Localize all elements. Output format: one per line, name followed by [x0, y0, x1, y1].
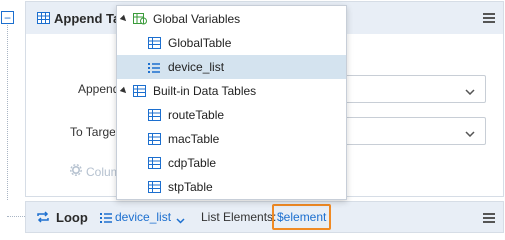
chevron-down-icon — [465, 126, 475, 140]
collapse-toggle-icon[interactable]: − — [1, 11, 14, 24]
loop-menu-icon[interactable] — [483, 213, 495, 223]
columns-label: Columns — [86, 164, 120, 179]
loop-title: Loop — [56, 210, 88, 225]
item-label: routeTable — [168, 108, 225, 122]
dropdown-item-stptable[interactable]: stpTable — [117, 175, 346, 199]
gear-icon — [70, 164, 82, 179]
element-variable-token[interactable]: $element — [272, 204, 332, 230]
expand-caret-icon[interactable] — [119, 14, 129, 24]
expand-caret-icon[interactable] — [119, 86, 129, 96]
table-icon — [148, 133, 161, 148]
tree-connector — [7, 216, 25, 217]
table-icon — [148, 109, 161, 124]
variable-dropdown: Global Variables GlobalTable device_list… — [116, 5, 347, 200]
dropdown-item-globaltable[interactable]: GlobalTable — [117, 31, 346, 55]
loop-variable-selector[interactable]: device_list — [115, 210, 171, 224]
chevron-down-icon[interactable] — [176, 213, 185, 227]
table-icon — [148, 157, 161, 172]
dropdown-item-mactable[interactable]: macTable — [117, 127, 346, 151]
loop-icon — [36, 211, 50, 226]
list-icon — [100, 212, 112, 226]
group-label: Built-in Data Tables — [153, 84, 257, 98]
loop-bar[interactable]: Loop device_list List Elements: $element — [25, 201, 504, 233]
item-label: cdpTable — [168, 156, 217, 170]
columns-button[interactable]: Columns — [70, 164, 120, 179]
list-elements-label: List Elements: — [201, 210, 277, 224]
dropdown-item-routetable[interactable]: routeTable — [117, 103, 346, 127]
card-menu-icon[interactable] — [483, 13, 495, 23]
group-global-variables[interactable]: Global Variables — [117, 7, 346, 31]
item-label: device_list — [168, 60, 225, 74]
group-built-in-data-tables[interactable]: Built-in Data Tables — [117, 79, 346, 103]
list-icon — [148, 62, 160, 76]
target-label: To Target — [70, 125, 115, 139]
item-label: stpTable — [168, 180, 213, 194]
dropdown-item-cdptable[interactable]: cdpTable — [117, 151, 346, 175]
table-icon — [148, 37, 161, 52]
table-icon — [148, 181, 161, 196]
dropdown-item-device-list[interactable]: device_list — [117, 55, 346, 79]
app-canvas: − Append Table Append To Target Colum Lo… — [0, 0, 505, 235]
table-icon — [133, 85, 146, 100]
tree-connector — [7, 25, 8, 200]
item-label: macTable — [168, 132, 220, 146]
group-label: Global Variables — [153, 12, 241, 26]
table-icon — [37, 12, 50, 27]
global-variables-icon — [133, 11, 147, 28]
item-label: GlobalTable — [168, 36, 232, 50]
chevron-down-icon — [465, 84, 475, 98]
